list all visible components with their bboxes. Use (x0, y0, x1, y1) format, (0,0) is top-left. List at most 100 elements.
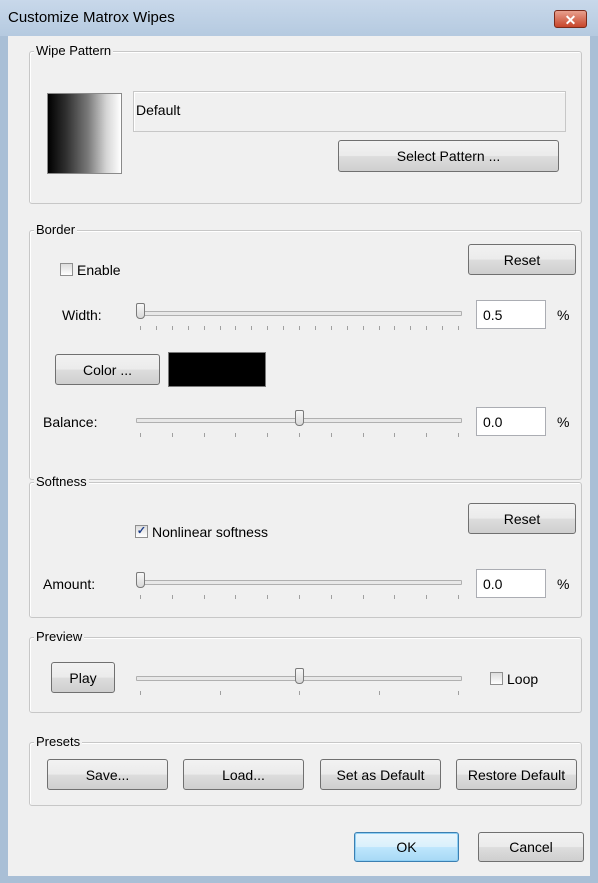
nonlinear-softness-checkbox[interactable]: ✓ (135, 525, 148, 538)
slider-tick (219, 691, 221, 695)
wipe-pattern-legend: Wipe Pattern (34, 43, 114, 58)
balance-label: Balance: (43, 414, 98, 430)
set-as-default-button[interactable]: Set as Default (320, 759, 441, 790)
balance-unit: % (557, 414, 570, 430)
border-group: Border Enable Reset Width: 0.5 % Color .… (29, 222, 582, 480)
slider-tick (314, 326, 316, 330)
slider-tick (426, 595, 428, 599)
slider-tick (330, 595, 332, 599)
border-color-swatch[interactable] (168, 352, 266, 387)
close-icon: ✕ (564, 12, 577, 28)
amount-input[interactable]: 0.0 (476, 569, 546, 598)
slider-tick (458, 595, 459, 599)
preview-legend: Preview (34, 629, 85, 644)
slider-tick (426, 433, 428, 437)
window-title: Customize Matrox Wipes (8, 9, 175, 26)
slider-tick (251, 326, 253, 330)
slider-tick (203, 326, 205, 330)
width-slider-thumb[interactable] (136, 303, 145, 319)
slider-tick (394, 433, 396, 437)
slider-tick (299, 595, 300, 599)
play-button[interactable]: Play (51, 662, 115, 693)
width-slider[interactable] (136, 303, 462, 336)
width-slider-track (136, 311, 462, 316)
width-unit: % (557, 307, 570, 323)
softness-reset-button[interactable]: Reset (468, 503, 576, 534)
slider-tick (140, 595, 141, 599)
slider-tick (235, 326, 237, 330)
preview-slider-thumb[interactable] (295, 668, 304, 684)
cancel-button[interactable]: Cancel (478, 832, 584, 862)
slider-tick (394, 595, 396, 599)
ok-button[interactable]: OK (354, 832, 459, 862)
amount-slider-thumb[interactable] (136, 572, 145, 588)
softness-group: Softness ✓ Nonlinear softness Reset Amou… (29, 474, 582, 618)
close-button[interactable]: ✕ (554, 10, 587, 28)
slider-tick (267, 595, 269, 599)
balance-input[interactable]: 0.0 (476, 407, 546, 436)
slider-tick (410, 326, 412, 330)
slider-tick (458, 691, 459, 695)
dialog-window: Customize Matrox Wipes ✕ Wipe Pattern De… (0, 0, 598, 883)
slider-tick (203, 433, 205, 437)
slider-tick (362, 595, 364, 599)
presets-group: Presets Save... Load... Set as Default R… (29, 734, 582, 806)
slider-tick (394, 326, 396, 330)
color-button[interactable]: Color ... (55, 354, 160, 385)
slider-tick (267, 326, 269, 330)
preview-slider[interactable] (136, 668, 462, 701)
slider-tick (140, 326, 141, 330)
nonlinear-softness-label[interactable]: Nonlinear softness (152, 524, 268, 540)
balance-slider-thumb[interactable] (295, 410, 304, 426)
slider-tick (203, 595, 205, 599)
slider-tick (283, 326, 285, 330)
enable-border-label[interactable]: Enable (77, 262, 121, 278)
amount-slider-track (136, 580, 462, 585)
slider-tick (362, 433, 364, 437)
slider-tick (219, 326, 221, 330)
slider-tick (171, 595, 173, 599)
amount-slider[interactable] (136, 572, 462, 605)
slider-tick (171, 433, 173, 437)
slider-tick (267, 433, 269, 437)
border-legend: Border (34, 222, 78, 237)
enable-border-checkbox[interactable] (60, 263, 73, 276)
border-reset-button[interactable]: Reset (468, 244, 576, 275)
amount-unit: % (557, 576, 570, 592)
preview-group: Preview Play Loop (29, 629, 582, 713)
width-input[interactable]: 0.5 (476, 300, 546, 329)
pattern-preview-image (47, 93, 122, 174)
slider-tick (458, 433, 459, 437)
pattern-name-box: Default (133, 91, 566, 132)
slider-tick (187, 326, 189, 330)
slider-tick (442, 326, 444, 330)
restore-default-button[interactable]: Restore Default (456, 759, 577, 790)
load-preset-button[interactable]: Load... (183, 759, 304, 790)
slider-tick (362, 326, 364, 330)
balance-slider[interactable] (136, 410, 462, 443)
slider-tick (299, 326, 300, 330)
wipe-pattern-group: Wipe Pattern Default Select Pattern ... (29, 43, 582, 204)
width-label: Width: (62, 307, 102, 323)
pattern-name: Default (136, 102, 181, 118)
loop-checkbox[interactable] (490, 672, 503, 685)
dialog-client-area: Wipe Pattern Default Select Pattern ... … (8, 36, 590, 876)
presets-legend: Presets (34, 734, 83, 749)
save-preset-button[interactable]: Save... (47, 759, 168, 790)
slider-tick (458, 326, 459, 330)
slider-tick (140, 691, 141, 695)
amount-label: Amount: (43, 576, 96, 592)
slider-tick (330, 326, 332, 330)
softness-legend: Softness (34, 474, 89, 489)
slider-tick (235, 433, 237, 437)
title-bar[interactable]: Customize Matrox Wipes ✕ (0, 0, 598, 36)
slider-tick (378, 691, 380, 695)
slider-tick (235, 595, 237, 599)
slider-tick (140, 433, 141, 437)
slider-tick (299, 691, 300, 695)
slider-tick (330, 433, 332, 437)
select-pattern-button[interactable]: Select Pattern ... (338, 140, 559, 172)
slider-tick (299, 433, 300, 437)
loop-label[interactable]: Loop (507, 671, 538, 687)
slider-tick (426, 326, 428, 330)
